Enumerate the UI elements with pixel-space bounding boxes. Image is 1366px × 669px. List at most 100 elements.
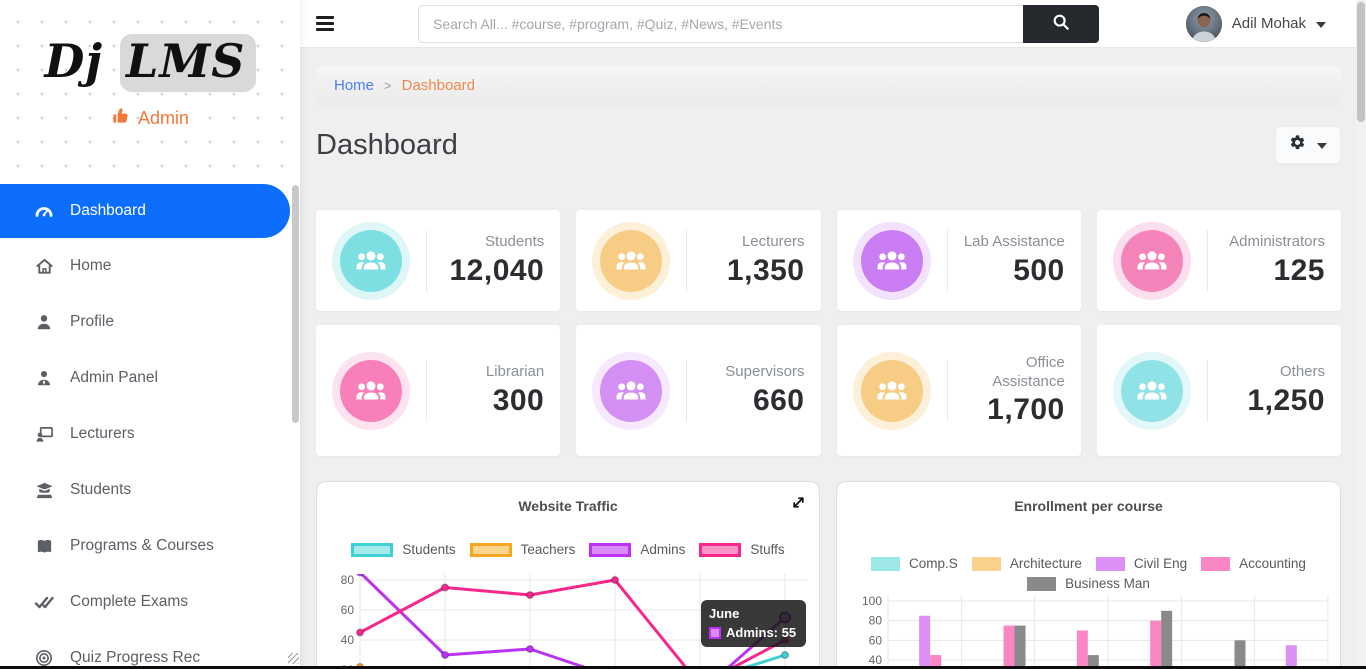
stat-card-supervisors[interactable]: Supervisors660 <box>576 325 820 456</box>
chart-title: Enrollment per course <box>837 498 1340 514</box>
svg-text:40: 40 <box>341 633 355 647</box>
stat-icon-halo <box>592 352 670 430</box>
avatar <box>1186 6 1222 42</box>
legend-item[interactable]: Architecture <box>972 556 1082 571</box>
main-content: Home > Dashboard Dashboard Students12,04… <box>300 48 1366 669</box>
legend-item[interactable]: Comp.S <box>871 556 958 571</box>
stat-icon-halo <box>592 222 670 300</box>
legend-swatch <box>699 543 741 557</box>
tooltip-title: June <box>709 606 796 621</box>
tooltip-label: Admins: 55 <box>726 625 796 640</box>
search-button[interactable] <box>1023 5 1099 43</box>
window-scrollbar[interactable] <box>1356 0 1366 669</box>
sidebar-item-label: Students <box>70 481 131 499</box>
users-group-icon <box>600 360 662 422</box>
thumbs-up-icon <box>111 106 130 130</box>
users-group-icon <box>340 230 402 292</box>
legend-swatch <box>871 557 900 571</box>
sidebar-item-admin-panel[interactable]: Admin Panel <box>0 350 300 406</box>
sidebar-scrollbar[interactable] <box>292 0 299 669</box>
breadcrumb: Home > Dashboard <box>316 66 1341 105</box>
search-bar <box>418 5 1099 43</box>
app-logo[interactable]: Dj LMS <box>0 34 300 88</box>
sidebar-header: Dj LMS Admin <box>0 0 300 180</box>
sidebar-item-quiz-progress[interactable]: Quiz Progress Rec <box>0 630 300 669</box>
gear-icon <box>1289 134 1306 156</box>
legend-item[interactable]: Business Man <box>1027 576 1150 591</box>
hamburger-menu-icon[interactable] <box>316 16 334 31</box>
user-menu[interactable]: Adil Mohak <box>1186 6 1326 42</box>
sidebar-item-complete-exams[interactable]: Complete Exams <box>0 574 300 630</box>
divider <box>686 360 687 422</box>
legend-item[interactable]: Civil Eng <box>1096 556 1187 571</box>
stat-card-students[interactable]: Students12,040 <box>316 210 560 311</box>
svg-text:100: 100 <box>862 595 882 608</box>
chart-tooltip: June Admins: 55 <box>701 600 806 647</box>
expand-icon[interactable] <box>790 494 807 516</box>
stat-value: 1,250 <box>1224 384 1325 418</box>
enrollment-chart-card: Enrollment per course Comp.S Architectur… <box>836 481 1341 669</box>
divider <box>426 230 427 292</box>
stat-card-librarian[interactable]: Librarian300 <box>316 325 560 456</box>
legend-item[interactable]: Students <box>351 542 455 557</box>
breadcrumb-home-link[interactable]: Home <box>334 77 374 94</box>
stat-label: Lab Assistance <box>964 233 1065 252</box>
users-group-icon <box>1121 360 1183 422</box>
legend-item[interactable]: Accounting <box>1201 556 1306 571</box>
stat-card-lecturers[interactable]: Lecturers1,350 <box>576 210 820 311</box>
stat-icon-halo <box>853 352 931 430</box>
breadcrumb-current: Dashboard <box>402 77 475 94</box>
legend-item[interactable]: Stuffs <box>699 542 784 557</box>
stat-card-lab-assistance[interactable]: Lab Assistance500 <box>837 210 1081 311</box>
user-name: Adil Mohak <box>1232 15 1306 32</box>
stat-label: Students <box>443 233 544 252</box>
sidebar: Dj LMS Admin Dashboard Home Profile <box>0 0 300 669</box>
stat-card-administrators[interactable]: Administrators 125 <box>1097 210 1341 311</box>
stat-value: 125 <box>1224 254 1325 288</box>
role-label[interactable]: Admin <box>138 108 189 129</box>
legend-swatch <box>589 543 631 557</box>
stat-icon-halo <box>853 222 931 300</box>
chart-legend: Comp.S Architecture Civil Eng Accounting <box>837 556 1340 571</box>
stat-label: Administrators <box>1224 233 1325 252</box>
stat-card-office-assistance[interactable]: Office Assistance1,700 <box>837 325 1081 456</box>
sidebar-item-dashboard[interactable]: Dashboard <box>0 184 290 238</box>
stat-value: 300 <box>443 384 544 418</box>
resize-grip-icon[interactable] <box>288 653 299 664</box>
logo-highlight: LMS <box>120 34 255 92</box>
chevron-down-icon <box>1317 143 1327 149</box>
bar-chart-canvas[interactable]: 10080604020 <box>837 595 1340 669</box>
legend-swatch <box>470 543 512 557</box>
sidebar-item-students[interactable]: Students <box>0 462 300 518</box>
stat-card-others[interactable]: Others1,250 <box>1097 325 1341 456</box>
users-group-icon <box>861 360 923 422</box>
search-input[interactable] <box>418 5 1023 43</box>
stat-icon-halo <box>332 352 410 430</box>
target-icon <box>34 648 54 668</box>
divider <box>947 230 948 292</box>
settings-dropdown-button[interactable] <box>1275 126 1341 164</box>
chart-legend: Students Teachers Admins Stuffs <box>317 542 819 557</box>
sidebar-item-home[interactable]: Home <box>0 238 300 294</box>
legend-item[interactable]: Admins <box>589 542 685 557</box>
users-group-icon <box>861 230 923 292</box>
legend-swatch <box>351 543 393 557</box>
chart-legend: Business Man <box>837 576 1340 591</box>
legend-item[interactable]: Teachers <box>470 542 576 557</box>
sidebar-item-profile[interactable]: Profile <box>0 294 300 350</box>
search-icon <box>1052 13 1070 34</box>
divider <box>1207 360 1208 422</box>
charts-row: Website Traffic Students Teachers Admins… <box>316 481 1341 669</box>
window-scrollbar-thumb[interactable] <box>1357 2 1365 122</box>
sidebar-item-lecturers[interactable]: Lecturers <box>0 406 300 462</box>
logo-prefix: Dj <box>44 34 103 88</box>
svg-text:80: 80 <box>341 574 355 587</box>
sidebar-scrollbar-thumb[interactable] <box>292 185 299 423</box>
graduate-icon <box>34 480 54 500</box>
divider <box>426 360 427 422</box>
svg-text:60: 60 <box>341 603 355 617</box>
home-icon <box>34 256 54 276</box>
stat-icon-halo <box>1113 352 1191 430</box>
sidebar-item-programs-courses[interactable]: Programs & Courses <box>0 518 300 574</box>
stat-label: Office Assistance <box>964 354 1065 392</box>
